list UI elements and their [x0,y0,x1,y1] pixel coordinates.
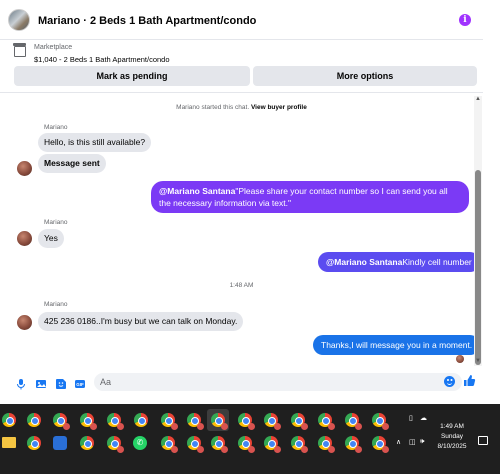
mark-as-pending-button[interactable]: Mark as pending [14,66,250,86]
photo-icon[interactable] [35,378,47,390]
chrome-icon[interactable] [134,413,148,427]
volume-icon[interactable]: 🕪 [420,438,424,446]
gif-icon[interactable]: GIF [74,378,86,390]
outgoing-message[interactable]: @Mariano SantanaKindly cell number [318,252,480,272]
chrome-icon[interactable] [318,413,335,430]
marketplace-icon [13,43,26,57]
divider [0,92,483,93]
chrome-icon[interactable] [53,413,70,430]
network-icon[interactable]: ◫ [409,438,416,446]
chrome-icon[interactable] [161,413,178,430]
chrome-icon[interactable] [264,413,281,430]
listing-thumbnail[interactable] [8,9,30,31]
message-text: Kindly cell number [402,257,472,267]
messenger-chat-window: Mariano · 2 Beds 1 Bath Apartment/condo … [0,0,483,403]
chat-header: Mariano · 2 Beds 1 Bath Apartment/condo … [0,0,483,40]
file-explorer-icon[interactable] [2,437,16,448]
cloud-sync-icon[interactable]: ☁ [420,414,427,422]
chrome-icon[interactable] [211,413,228,430]
more-options-button[interactable]: More options [253,66,477,86]
chrome-icon[interactable] [2,413,16,427]
chrome-icon[interactable] [345,436,362,453]
chat-title[interactable]: Mariano · 2 Beds 1 Bath Apartment/condo [38,15,256,27]
chevron-up-icon[interactable]: ∧ [396,438,401,446]
listing-summary[interactable]: $1,040 - 2 Beds 1 Bath Apartment/condo [34,55,170,64]
clock-time: 1:49 AM [440,423,464,430]
chrome-icon[interactable] [27,436,41,450]
outgoing-message[interactable]: Thanks,I will message you in a moment. [313,335,481,355]
chrome-icon[interactable] [187,413,204,430]
scroll-up-arrow-icon[interactable]: ▲ [474,96,482,102]
chrome-icon[interactable] [27,413,41,427]
avatar[interactable] [17,315,32,330]
clock-day: Sunday [440,433,464,440]
sender-label: Mariano [44,301,68,308]
chrome-icon[interactable] [238,436,255,453]
info-icon[interactable]: i [459,14,471,26]
mention[interactable]: @Mariano Santana [159,186,235,196]
thumbs-up-icon[interactable] [463,374,476,390]
chrome-icon[interactable] [107,413,124,430]
chrome-icon[interactable] [161,436,178,453]
incoming-message[interactable]: Yes [38,229,64,248]
outgoing-message[interactable]: @Mariano Santana"Please share your conta… [151,181,469,213]
view-buyer-profile-link[interactable]: View buyer profile [251,104,307,111]
chrome-icon[interactable] [80,436,94,450]
incoming-message[interactable]: 425 236 0186..I'm busy but we can talk o… [38,312,244,331]
chrome-icon[interactable] [318,436,335,453]
meet-now-icon[interactable]: ▯ [409,414,413,422]
seen-avatar [456,355,464,363]
sticker-icon[interactable] [55,378,67,390]
mention[interactable]: @Mariano Santana [326,257,402,267]
microphone-icon[interactable] [15,378,27,390]
avatar[interactable] [17,161,32,176]
chrome-icon[interactable] [238,413,255,430]
sender-label: Mariano [44,219,68,226]
chrome-icon[interactable] [187,436,204,453]
chrome-icon[interactable] [372,436,389,453]
system-text: Mariano started this chat. [176,104,250,111]
whatsapp-icon[interactable]: ✆ [133,436,147,450]
chrome-icon[interactable] [372,413,389,430]
marketplace-label: Marketplace [34,44,73,51]
message-composer: GIF Aa [0,368,483,398]
incoming-message[interactable]: Message sent [38,154,106,173]
avatar[interactable] [17,231,32,246]
chrome-icon[interactable] [291,413,308,430]
scroll-down-arrow-icon[interactable]: ▼ [474,358,482,364]
chat-started-notice: Mariano started this chat. View buyer pr… [0,104,483,111]
windows-taskbar: ▯ ☁ ✆ ∧ ◫ 🕪 1:49 AM Sunday 8/10/2025 [0,404,500,474]
svg-text:GIF: GIF [76,382,84,387]
notifications-icon[interactable] [478,436,488,445]
sender-label: Mariano [44,124,68,131]
chrome-icon[interactable] [107,436,124,453]
message-input[interactable]: Aa [94,373,462,391]
chrome-icon[interactable] [211,436,228,453]
chrome-icon[interactable] [291,436,308,453]
scrollbar-thumb[interactable] [475,170,481,365]
time-divider: 1:48 AM [229,282,254,289]
chrome-icon[interactable] [264,436,281,453]
incoming-message[interactable]: Hello, is this still available? [38,133,152,152]
emoji-icon[interactable] [444,376,455,387]
system-clock[interactable]: 1:49 AM Sunday 8/10/2025 [432,422,472,452]
clock-date: 8/10/2025 [437,443,467,450]
chrome-icon[interactable] [80,413,97,430]
chrome-icon[interactable] [345,413,362,430]
app-icon[interactable] [53,436,67,450]
